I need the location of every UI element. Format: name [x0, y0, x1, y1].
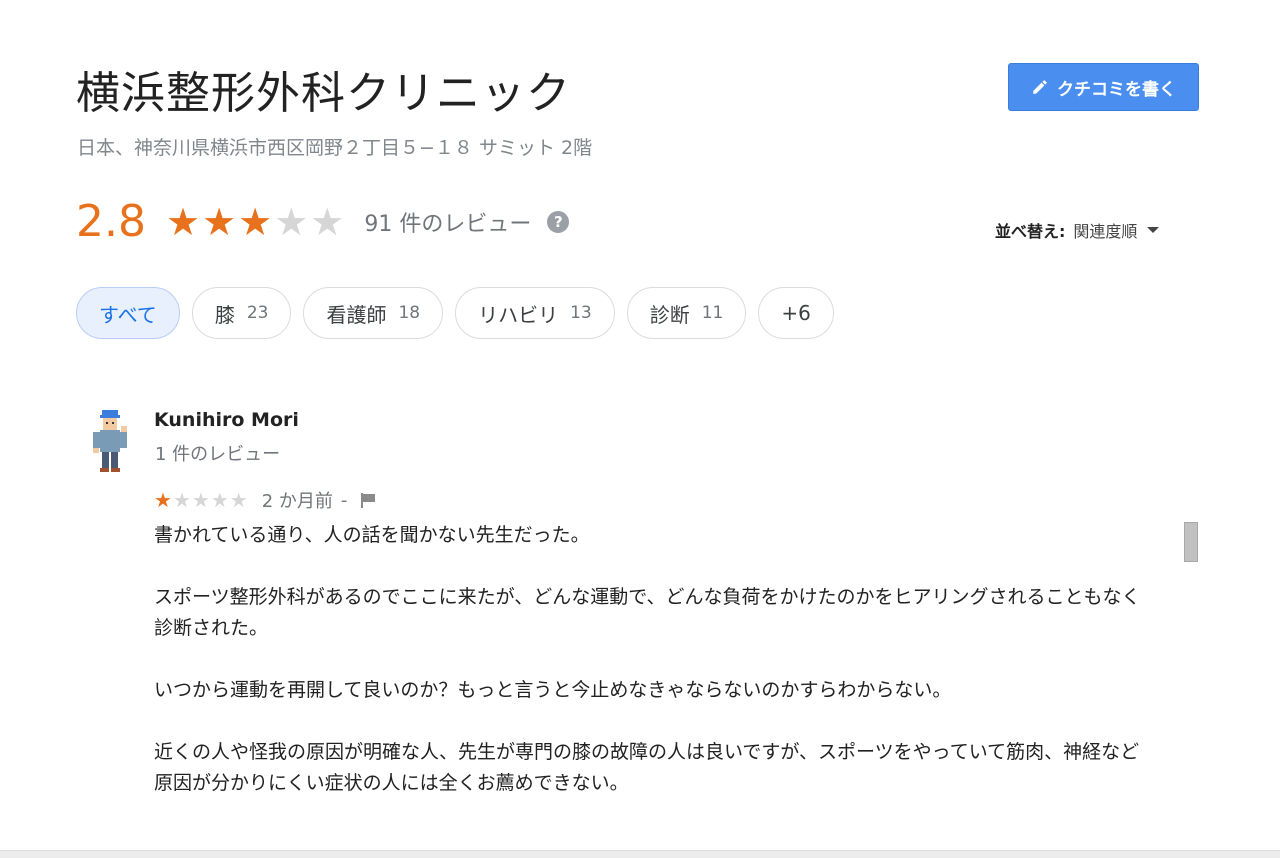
pencil-icon	[1033, 80, 1047, 94]
bottom-divider	[0, 850, 1280, 858]
star-icon: ★	[165, 200, 201, 244]
separator: -	[340, 489, 348, 511]
chip-count: 13	[570, 303, 592, 323]
review-stars: ★ ★ ★ ★ ★	[154, 489, 248, 511]
reviewer-review-count: 1 件のレビュー	[155, 444, 281, 465]
review-count[interactable]: 91 件のレビュー	[364, 206, 531, 238]
star-icon: ★	[229, 488, 248, 512]
star-icon: ★	[210, 488, 229, 512]
review-paragraph: 書かれている通り、人の話を聞かない先生だった。	[154, 524, 590, 546]
chip-count: 18	[398, 303, 421, 323]
chip-label: 診断	[649, 302, 690, 327]
write-review-button[interactable]: クチコミを書く	[1008, 63, 1199, 111]
chip-all[interactable]: すべて	[76, 287, 180, 339]
chip-diagnosis[interactable]: 診断 11	[626, 287, 747, 339]
chip-label: すべて	[99, 302, 157, 327]
chip-label: 看護師	[326, 302, 387, 327]
review-text: 書かれている通り、人の話を聞かない先生だった。 スポーツ整形外科があるのでここに…	[154, 520, 1154, 830]
caret-down-icon	[1147, 227, 1160, 233]
help-icon[interactable]: ?	[547, 211, 570, 233]
scrollbar-thumb[interactable]	[1184, 522, 1198, 562]
write-review-label: クチコミを書く	[1057, 79, 1176, 100]
star-icon: ★	[154, 488, 172, 512]
reviewer-name[interactable]: Kunihiro Mori	[154, 409, 299, 431]
sort-label: 並べ替え:	[995, 222, 1066, 241]
star-icon: ★	[191, 488, 210, 512]
chip-count: 23	[246, 303, 269, 323]
avatar-icon[interactable]	[90, 408, 130, 474]
review-paragraph: いつから運動を再開して良いのか？もっと言うと今止めなきゃならないのかすらわからな…	[154, 679, 952, 701]
business-title: 横浜整形外科クリニック	[76, 68, 571, 119]
chip-count: 11	[701, 303, 724, 323]
topic-chips: すべて 膝 23 看護師 18 リハビリ 13 診断 11 +6	[76, 287, 834, 339]
review-date: 2 か月前	[261, 491, 333, 512]
chip-rehab[interactable]: リハビリ 13	[455, 287, 615, 339]
star-icon: ★	[274, 200, 309, 244]
chip-label: リハビリ	[478, 302, 559, 327]
sort-dropdown[interactable]: 並べ替え: 関連度順	[995, 218, 1160, 242]
rating-stars: ★ ★ ★ ★ ★	[166, 202, 344, 242]
rating-value: 2.8	[76, 196, 146, 247]
review-meta: ★ ★ ★ ★ ★ 2 か月前 -	[154, 486, 377, 514]
star-icon: ★	[202, 200, 237, 244]
business-address: 日本、神奈川県横浜市西区岡野２丁目５−１８ サミット 2階	[77, 137, 593, 159]
chip-label: +6	[781, 301, 811, 325]
chip-nurse[interactable]: 看護師 18	[303, 287, 444, 339]
star-icon: ★	[310, 200, 345, 244]
review-paragraph: スポーツ整形外科があるのでここに来たが、どんな運動で、どんな負荷をかけたのかをヒ…	[154, 586, 1141, 639]
chip-more[interactable]: +6	[758, 287, 834, 339]
flag-icon[interactable]	[359, 491, 377, 509]
chip-label: 膝	[214, 302, 235, 327]
star-icon: ★	[172, 488, 191, 512]
chip-knee[interactable]: 膝 23	[191, 287, 292, 339]
star-icon: ★	[238, 200, 273, 244]
rating-summary: 2.8 ★ ★ ★ ★ ★ 91 件のレビュー ?	[76, 194, 570, 250]
review-paragraph: 近くの人や怪我の原因が明確な人、先生が専門の膝の故障の人は良いですが、スポーツを…	[154, 741, 1140, 794]
sort-value: 関連度順	[1073, 222, 1138, 241]
